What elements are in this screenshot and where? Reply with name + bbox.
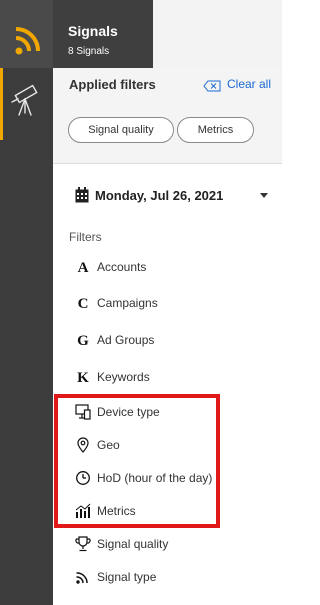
filter-item-signal-quality[interactable]: Signal quality xyxy=(75,535,265,555)
filter-item-label: Campaigns xyxy=(97,296,158,310)
clear-all-button[interactable]: Clear all xyxy=(227,77,271,91)
rail-item-telescope[interactable] xyxy=(0,68,53,140)
highlight-box xyxy=(54,394,220,528)
chip-metrics[interactable]: Metrics xyxy=(177,117,254,143)
calendar-icon xyxy=(75,187,89,203)
filter-item-label: Signal quality xyxy=(97,537,169,551)
letter-a-icon: A xyxy=(78,260,89,275)
svg-text:A: A xyxy=(78,260,89,275)
rss-icon xyxy=(15,27,40,55)
telescope-icon xyxy=(11,84,38,116)
date-label: Monday, Jul 26, 2021 xyxy=(95,188,224,203)
filter-item-campaigns[interactable]: C Campaigns xyxy=(75,294,265,314)
filter-item-label: Accounts xyxy=(97,260,147,274)
svg-text:G: G xyxy=(77,333,89,348)
applied-filters-title: Applied filters xyxy=(69,77,156,92)
trophy-icon xyxy=(75,536,91,552)
signal-count: 8 Signals xyxy=(68,46,110,57)
filter-item-label: Ad Groups xyxy=(97,333,155,347)
clear-all-icon[interactable] xyxy=(203,79,221,97)
header-spacer xyxy=(153,0,282,68)
filter-item-label: Signal type xyxy=(97,570,157,584)
filter-item-accounts[interactable]: A Accounts xyxy=(75,258,265,278)
letter-g-icon: G xyxy=(77,333,89,348)
chevron-down-icon[interactable] xyxy=(260,193,268,198)
filter-item-signal-type[interactable]: Signal type xyxy=(75,568,265,588)
svg-text:K: K xyxy=(77,370,89,385)
page-title: Signals xyxy=(68,23,118,39)
rss-icon xyxy=(76,572,88,584)
chip-signal-quality[interactable]: Signal quality xyxy=(68,117,174,143)
filters-heading: Filters xyxy=(69,230,102,244)
filter-item-label: Keywords xyxy=(97,370,150,384)
filter-item-keywords[interactable]: K Keywords xyxy=(75,368,265,388)
filter-item-ad-groups[interactable]: G Ad Groups xyxy=(75,331,265,351)
letter-k-icon: K xyxy=(77,370,89,385)
letter-c-icon: C xyxy=(78,296,89,311)
svg-text:C: C xyxy=(78,296,89,311)
date-selector[interactable]: Monday, Jul 26, 2021 xyxy=(75,186,275,206)
app-logo[interactable] xyxy=(0,0,53,68)
